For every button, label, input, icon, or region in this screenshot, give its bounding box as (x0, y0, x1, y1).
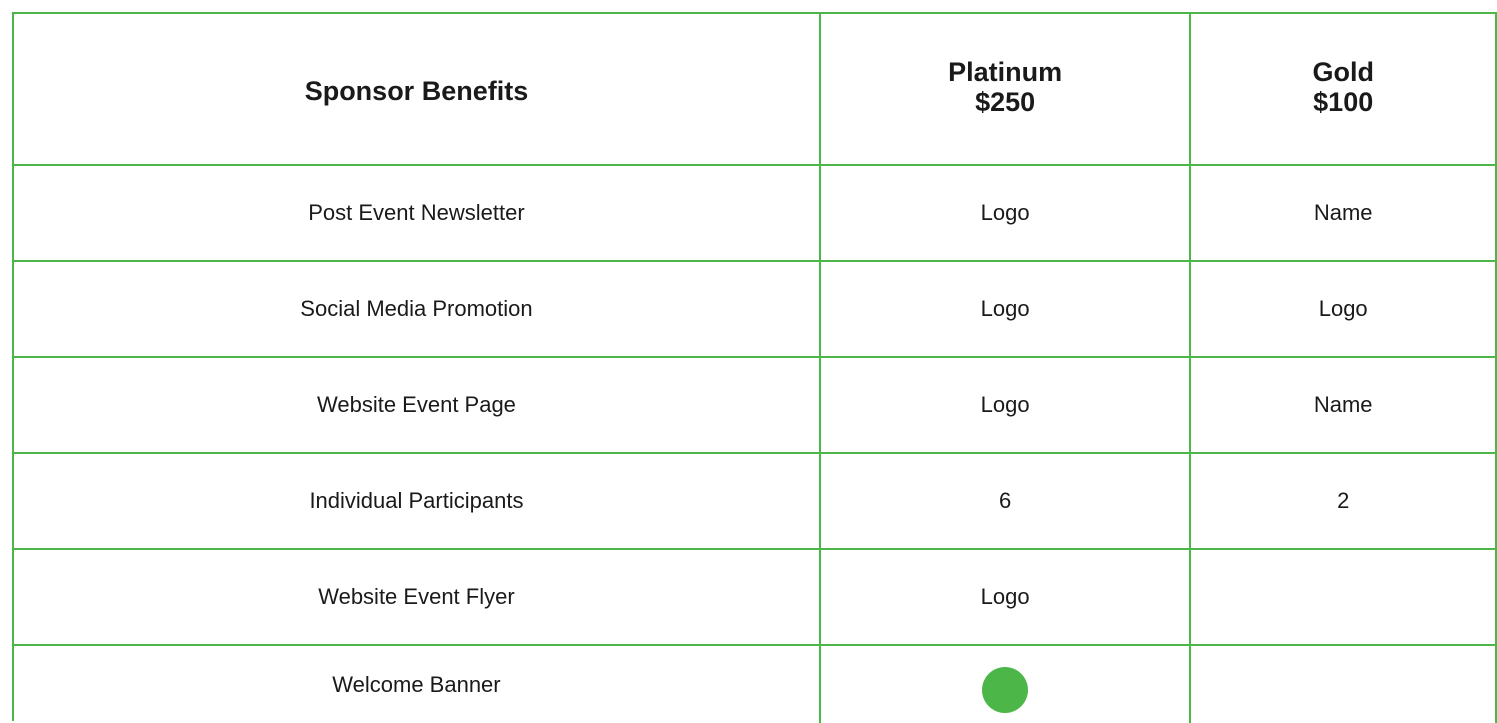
platinum-tier-price: $250 (975, 87, 1036, 117)
table-row: Website Event Page Logo Name (14, 358, 1497, 454)
gold-cell: Logo (1191, 262, 1497, 356)
platinum-cell: Logo (821, 358, 1192, 452)
gold-cell (1191, 646, 1497, 723)
table-row: Social Media Promotion Logo Logo (14, 262, 1497, 358)
table-row: Post Event Newsletter Logo Name (14, 166, 1497, 262)
gold-tier-header: Gold $100 (1191, 14, 1497, 164)
benefits-header: Sponsor Benefits (14, 14, 821, 164)
benefit-cell: Individual Participants (14, 454, 821, 548)
platinum-cell: Logo (821, 262, 1192, 356)
gold-cell: Name (1191, 166, 1497, 260)
benefit-cell: Post Event Newsletter (14, 166, 821, 260)
platinum-cell: Logo (821, 166, 1192, 260)
table-row: Individual Participants 6 2 (14, 454, 1497, 550)
gold-cell: 2 (1191, 454, 1497, 548)
benefits-header-label: Sponsor Benefits (304, 75, 529, 106)
sponsor-benefits-table: Sponsor Benefits Platinum $250 Gold $100… (12, 12, 1497, 723)
benefit-cell: Welcome Banner (14, 646, 821, 723)
platinum-cell: Logo (821, 550, 1192, 644)
benefit-cell: Website Event Flyer (14, 550, 821, 644)
benefit-cell: Website Event Page (14, 358, 821, 452)
table-header-row: Sponsor Benefits Platinum $250 Gold $100 (14, 14, 1497, 166)
gold-cell: Name (1191, 358, 1497, 452)
filled-circle-icon (982, 666, 1029, 713)
platinum-cell: 6 (821, 454, 1192, 548)
gold-cell (1191, 550, 1497, 644)
platinum-tier-name: Platinum (948, 57, 1063, 87)
table-row: Website Event Flyer Logo (14, 550, 1497, 646)
table-row: Welcome Banner (14, 646, 1497, 723)
benefit-cell: Social Media Promotion (14, 262, 821, 356)
gold-tier-price: $100 (1313, 87, 1374, 117)
gold-tier-name: Gold (1312, 57, 1374, 87)
platinum-tier-header: Platinum $250 (821, 14, 1192, 164)
platinum-cell (821, 646, 1192, 723)
